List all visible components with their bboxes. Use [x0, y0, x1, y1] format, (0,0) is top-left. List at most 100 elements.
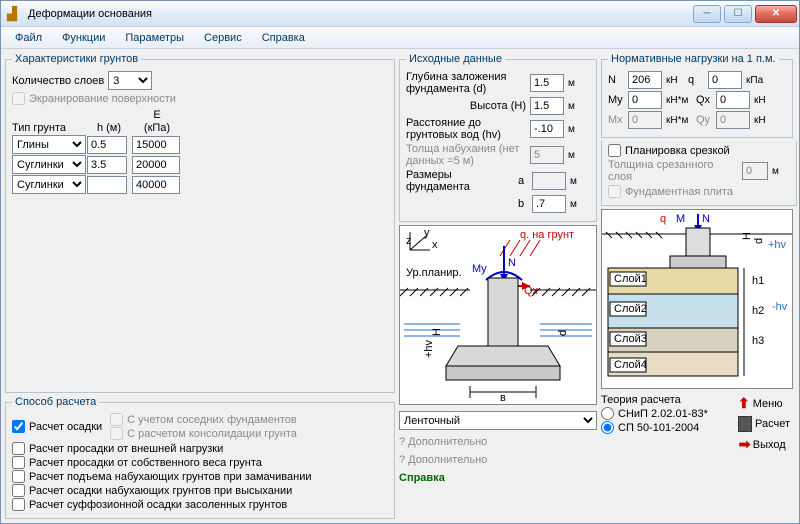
d-input[interactable] [530, 74, 564, 92]
svg-text:H: H [741, 232, 753, 240]
Qx-unit: кН [754, 95, 772, 106]
help-icon-2: ? [399, 454, 405, 466]
chk-suffosion[interactable] [12, 498, 25, 511]
chk-neighbor [110, 413, 123, 426]
titlebar: ▟ Деформации основания ─ ☐ ✕ [1, 1, 799, 27]
close-button[interactable]: ✕ [755, 5, 797, 23]
menu-functions[interactable]: Функции [52, 29, 115, 47]
svg-text:+hv: +hv [423, 339, 435, 358]
svg-text:d: d [557, 330, 569, 336]
lbl-slab: Фундаментная плита [625, 186, 733, 198]
svg-text:N: N [702, 213, 710, 225]
app-icon: ▟ [7, 6, 23, 22]
Qy-label: Qy [696, 114, 712, 126]
hv-input[interactable] [530, 120, 564, 138]
sw-label: Толща набухания (нет данных =5 м) [406, 143, 526, 167]
soil-h-0[interactable] [87, 136, 127, 154]
chk-slab [608, 185, 621, 198]
hv-unit: м [568, 124, 586, 135]
soil-h-1[interactable] [87, 156, 127, 174]
lbl-swell-dry: Расчет осадки набухающих грунтов при выс… [29, 485, 292, 497]
a-label: a [518, 175, 528, 187]
menu-help[interactable]: Справка [252, 29, 315, 47]
lbl-prosadka-ext: Расчет просадки от внешней нагрузки [29, 443, 223, 455]
arrow-up-icon: ⬆ [738, 395, 750, 412]
svg-text:h1: h1 [752, 275, 764, 287]
soil-type-0[interactable]: Глины [12, 135, 86, 154]
svg-text:Ур.планир.: Ур.планир. [406, 267, 462, 279]
Qx-input[interactable] [716, 91, 750, 109]
soil-e-0[interactable] [132, 136, 180, 154]
soil-h-2[interactable] [87, 176, 127, 194]
menu-button-label: Меню [753, 398, 783, 410]
svg-text:h3: h3 [752, 335, 764, 347]
chk-prosadka-ext[interactable] [12, 442, 25, 455]
layers-select[interactable]: 3 [108, 71, 152, 90]
help-link[interactable]: Справка [399, 472, 445, 484]
My-label: My [608, 94, 624, 106]
soil-e-2[interactable] [132, 176, 180, 194]
N-unit: кН [666, 75, 684, 86]
soil-type-2[interactable]: Суглинки [12, 175, 86, 194]
svg-text:H: H [431, 328, 443, 336]
menu-button[interactable]: ⬆Меню [735, 394, 793, 413]
dim-label: Размеры фундамента [406, 169, 514, 193]
chk-swell-wet[interactable] [12, 470, 25, 483]
radio-sp[interactable] [601, 421, 614, 434]
svg-text:M: M [676, 213, 685, 225]
soil-type-1[interactable]: Суглинки [12, 155, 86, 174]
svg-text:x: x [432, 239, 438, 251]
q-label: q [688, 74, 704, 86]
My-input[interactable] [628, 91, 662, 109]
soil-characteristics-box: Характеристики грунтов Количество слоев … [5, 53, 395, 393]
N-input[interactable] [628, 71, 662, 89]
svg-text:d: d [753, 238, 765, 244]
calculator-icon [738, 416, 752, 432]
Mx-label: Mx [608, 114, 624, 126]
sw-input [530, 146, 564, 164]
src-legend: Исходные данные [406, 53, 505, 65]
b-input[interactable] [532, 195, 566, 213]
lbl-cut: Планировка срезкой [625, 145, 730, 157]
exit-button-label: Выход [753, 439, 786, 451]
chk-cut[interactable] [608, 144, 621, 157]
minimize-button[interactable]: ─ [693, 5, 721, 23]
sw-unit: м [568, 150, 586, 161]
lbl-swell-wet: Расчет подъема набухающих грунтов при за… [29, 471, 312, 483]
window-title: Деформации основания [28, 8, 693, 20]
arrow-right-icon: ⬆ [735, 439, 752, 451]
chk-osadka[interactable] [12, 420, 25, 433]
calc-button[interactable]: Расчет [735, 415, 793, 433]
menu-params[interactable]: Параметры [115, 29, 194, 47]
chk-swell-dry[interactable] [12, 484, 25, 497]
svg-text:Слой3: Слой3 [614, 333, 647, 345]
Mx-input [628, 111, 662, 129]
radio-snip[interactable] [601, 407, 614, 420]
col-h: h (м) [97, 122, 121, 134]
exit-button[interactable]: ⬆Выход [735, 435, 793, 454]
screen-label: Экранирование поверхности [29, 93, 176, 105]
b-label: b [518, 198, 528, 210]
H-input[interactable] [530, 97, 564, 115]
col-e: E [153, 109, 160, 121]
chk-prosadka-own[interactable] [12, 456, 25, 469]
cut-thickness-label: Толщина срезанного слоя [608, 159, 738, 183]
foundation-type-select[interactable]: Ленточный [399, 411, 597, 430]
menu-file[interactable]: Файл [5, 29, 52, 47]
q-input[interactable] [708, 71, 742, 89]
H-label: Высота (H) [406, 100, 526, 112]
maximize-button[interactable]: ☐ [724, 5, 752, 23]
loads-legend: Нормативные нагрузки на 1 п.м. [608, 53, 779, 65]
menu-service[interactable]: Сервис [194, 29, 252, 47]
lbl-neighbor: С учетом соседних фундаментов [127, 414, 297, 426]
lbl-suffosion: Расчет суффозионной осадки засоленных гр… [29, 499, 287, 511]
svg-text:My: My [472, 263, 487, 275]
hv-label: Расстояние до грунтовых вод (hv) [406, 117, 526, 141]
soil-legend: Характеристики грунтов [12, 53, 141, 65]
Mx-unit: кН*м [666, 115, 692, 126]
Qx-label: Qx [696, 94, 712, 106]
soil-e-1[interactable] [132, 156, 180, 174]
source-data-box: Исходные данные Глубина заложения фундам… [399, 53, 597, 222]
svg-text:z: z [406, 235, 412, 247]
svg-text:h2: h2 [752, 305, 764, 317]
